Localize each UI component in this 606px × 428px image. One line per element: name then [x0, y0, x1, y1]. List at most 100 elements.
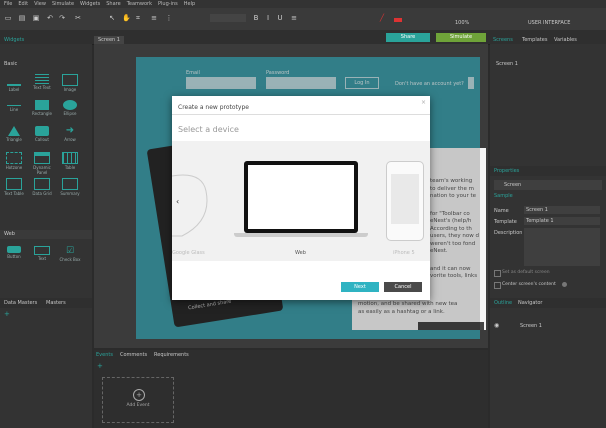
tab-navigator[interactable]: Navigator	[518, 300, 542, 306]
widget-text[interactable]: Text Text	[30, 74, 54, 94]
font-select[interactable]	[210, 14, 246, 22]
crop-icon[interactable]: ⌗	[134, 15, 142, 22]
add-icon[interactable]: +	[97, 362, 103, 370]
menu-share[interactable]: Share	[106, 1, 120, 7]
tab-masters[interactable]: Masters	[46, 300, 66, 306]
description-field[interactable]	[524, 228, 600, 266]
widget-hotzone[interactable]: Hotzone	[2, 152, 26, 172]
widget-label[interactable]: Label	[2, 74, 26, 94]
text-icon	[35, 74, 49, 84]
default-screen-checkbox[interactable]	[494, 270, 501, 277]
save-icon[interactable]: ▣	[32, 15, 40, 22]
tab-screen-1[interactable]: Screen 1	[94, 36, 124, 44]
menu-widgets[interactable]: Widgets	[80, 1, 100, 7]
add-event-zone[interactable]: + Add Event	[102, 377, 174, 423]
menu-file[interactable]: File	[4, 1, 12, 7]
menu-teamwork[interactable]: Teamwork	[127, 1, 152, 7]
template-select[interactable]: Template 1	[524, 217, 600, 225]
select-icon[interactable]: ↖	[108, 15, 116, 22]
menu-edit[interactable]: Edit	[18, 1, 28, 7]
widget-arrow[interactable]: ➜ Arrow	[58, 126, 82, 146]
google-glass-icon[interactable]	[172, 171, 212, 241]
widget-rectangle[interactable]: Rectangle	[30, 100, 54, 120]
cancel-button[interactable]: Cancel	[384, 282, 422, 292]
open-icon[interactable]: ▤	[18, 15, 26, 22]
text-align-icon[interactable]: ≡	[290, 15, 298, 22]
dynamic-panel-icon	[34, 152, 50, 164]
widget-text-input[interactable]: Text	[30, 246, 54, 266]
italic-icon[interactable]: I	[264, 15, 272, 22]
widget-callout[interactable]: Callout	[30, 126, 54, 146]
color-swatch[interactable]	[394, 18, 402, 22]
menu-plugins[interactable]: Plug-ins	[158, 1, 178, 7]
tab-outline[interactable]: Outline	[494, 300, 512, 306]
mode-select[interactable]: USER INTERFACE	[528, 20, 570, 26]
line-color-icon[interactable]: ╱	[378, 15, 386, 22]
widget-dynamic-panel[interactable]: Dynamic Panel	[30, 152, 54, 175]
text-table-icon	[6, 178, 22, 190]
tab-data-masters[interactable]: Data Masters	[4, 300, 37, 306]
widget-text-table[interactable]: Text Table	[2, 178, 26, 198]
close-icon[interactable]: ×	[421, 99, 426, 106]
laptop-icon[interactable]	[244, 161, 358, 233]
widget-image[interactable]: Image	[58, 74, 82, 94]
iphone-icon[interactable]	[386, 161, 424, 241]
share-button[interactable]: Share	[386, 33, 430, 42]
underline-icon[interactable]: U	[276, 15, 284, 22]
align-icon[interactable]: ≡	[150, 15, 158, 22]
menu-view[interactable]: View	[34, 1, 46, 7]
device-carousel: ‹ ›	[172, 141, 430, 261]
default-screen-label: Set as default screen	[502, 270, 550, 275]
next-button[interactable]: Next	[341, 282, 379, 292]
line-icon	[7, 100, 21, 106]
name-field[interactable]: Screen 1	[524, 206, 600, 214]
tab-variables[interactable]: Variables	[554, 37, 577, 43]
widget-line[interactable]: Line	[2, 100, 26, 120]
tab-templates[interactable]: Templates	[522, 37, 547, 43]
simulate-button[interactable]: Simulate	[436, 33, 486, 42]
ellipse-icon	[63, 100, 77, 110]
distribute-icon[interactable]: ⋮	[165, 15, 173, 22]
hand-icon[interactable]: ✋	[122, 15, 131, 22]
widgets-panel: Widgets Basic Label Text Text Image Line…	[0, 37, 92, 428]
widget-checkbox[interactable]: ☑ Check Box	[58, 246, 82, 266]
add-master-icon[interactable]: +	[4, 310, 10, 318]
widget-summary[interactable]: Summary	[58, 178, 82, 198]
widget-triangle[interactable]: Triangle	[2, 126, 26, 146]
eye-icon[interactable]: ◉	[494, 322, 499, 329]
menu-help[interactable]: Help	[184, 1, 195, 7]
triangle-icon	[8, 126, 20, 136]
events-panel: Events Comments Requirements + + Add Eve…	[94, 350, 488, 428]
widget-table[interactable]: Table	[58, 152, 82, 172]
tab-comments[interactable]: Comments	[120, 352, 147, 358]
menu-simulate[interactable]: Simulate	[52, 1, 74, 7]
info-icon[interactable]	[562, 282, 567, 287]
widget-data-grid[interactable]: Data Grid	[30, 178, 54, 198]
widget-button[interactable]: Button	[2, 246, 26, 266]
screen-item[interactable]: Screen 1	[496, 61, 518, 67]
outline-item[interactable]: Screen 1	[520, 323, 542, 329]
undo-icon[interactable]: ↶	[46, 15, 54, 22]
zoom-level[interactable]: 100%	[455, 20, 469, 26]
description-label: Description	[494, 230, 523, 236]
group-basic[interactable]: Basic	[4, 61, 17, 67]
cut-icon[interactable]: ✂	[74, 15, 82, 22]
device-label-web: Web	[295, 250, 306, 256]
iphone-screen	[391, 174, 419, 224]
modal-title: Create a new prototype	[178, 104, 249, 111]
new-icon[interactable]: ▭	[4, 15, 12, 22]
tab-widgets[interactable]: Widgets	[4, 37, 24, 43]
checkbox-icon: ☑	[65, 246, 75, 256]
name-label: Name	[494, 208, 509, 214]
redo-icon[interactable]: ↷	[58, 15, 66, 22]
template-label: Template	[494, 219, 517, 225]
widget-ellipse[interactable]: Ellipse	[58, 100, 82, 120]
tab-screens[interactable]: Screens	[493, 37, 513, 43]
tab-events[interactable]: Events	[96, 352, 113, 358]
summary-icon	[62, 178, 78, 190]
button-icon	[7, 246, 21, 253]
tab-requirements[interactable]: Requirements	[154, 352, 189, 358]
center-content-checkbox[interactable]	[494, 282, 501, 289]
group-web: Web	[4, 231, 15, 237]
bold-icon[interactable]: B	[252, 15, 260, 22]
